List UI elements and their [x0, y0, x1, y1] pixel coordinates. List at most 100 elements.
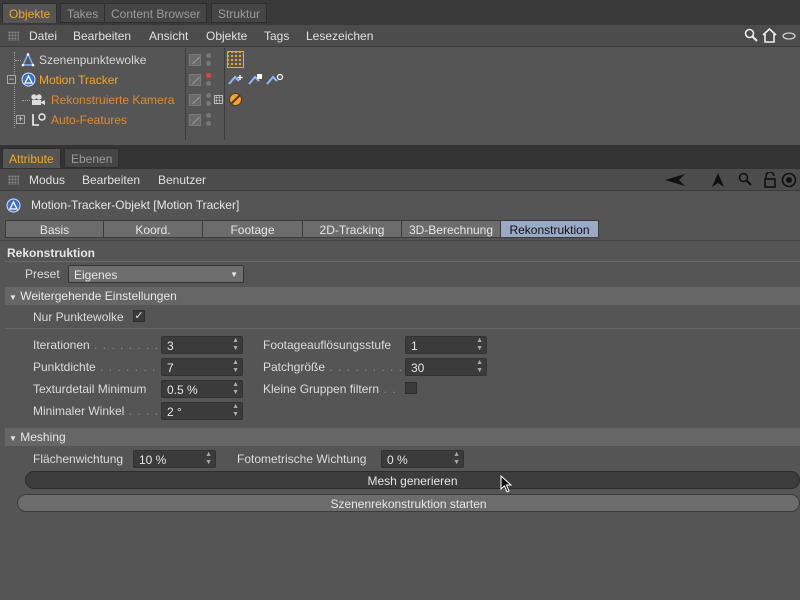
- collapse-triangle-icon: ▼: [9, 293, 17, 302]
- object-name: Szenenpunktewolke: [39, 53, 147, 67]
- patch-size-label: Patchgröße . . . . . . . . . . .: [263, 360, 421, 374]
- min-angle-input[interactable]: 2 ° ▲ ▼: [161, 402, 243, 420]
- visibility-toggle[interactable]: [189, 74, 201, 86]
- iterations-input[interactable]: 3 ▲ ▼: [161, 336, 243, 354]
- tab-attribute[interactable]: Attribute: [2, 148, 61, 168]
- meshing-header[interactable]: ▼ Meshing: [5, 428, 800, 446]
- photometric-weight-input[interactable]: 0 % ▲ ▼: [381, 450, 464, 468]
- menu-ansicht[interactable]: Ansicht: [149, 25, 188, 47]
- preset-value: Eigenes: [74, 268, 118, 282]
- tab-objekte[interactable]: Objekte: [2, 3, 58, 23]
- tracker-tags-icon[interactable]: [227, 72, 285, 88]
- menu-benutzer[interactable]: Benutzer: [158, 169, 206, 191]
- subtab-2d-tracking[interactable]: 2D-Tracking: [302, 220, 402, 238]
- spinner-icon[interactable]: ▲ ▼: [476, 337, 483, 353]
- tab-ebenen[interactable]: Ebenen: [64, 148, 120, 168]
- home-icon[interactable]: [762, 28, 777, 43]
- tree-branch: [22, 100, 30, 101]
- object-manager-tabbar: Objekte Takes Content Browser Struktur: [0, 0, 800, 26]
- spinner-icon[interactable]: ▲ ▼: [205, 451, 212, 467]
- menu-tags[interactable]: Tags: [264, 25, 289, 47]
- menu-modus[interactable]: Modus: [29, 169, 65, 191]
- collapse-triangle-icon: ▼: [9, 434, 17, 443]
- visibility-toggle[interactable]: [189, 54, 201, 66]
- camera-icon: [31, 94, 45, 105]
- lock-icon[interactable]: [763, 172, 777, 188]
- visibility-toggle[interactable]: [189, 114, 201, 126]
- footage-level-input[interactable]: 1 ▲ ▼: [405, 336, 487, 354]
- preset-label: Preset: [25, 267, 60, 281]
- camera-target-icon[interactable]: [214, 95, 223, 104]
- spinner-icon[interactable]: ▲ ▼: [232, 359, 239, 375]
- spinner-icon[interactable]: ▲ ▼: [232, 337, 239, 353]
- menu-datei[interactable]: Datei: [29, 25, 57, 47]
- section-title: Rekonstruktion: [7, 246, 96, 260]
- subtab-koord[interactable]: Koord.: [103, 220, 203, 238]
- start-reconstruction-button[interactable]: Szenenrekonstruktion starten: [17, 494, 800, 512]
- back-arrow-icon[interactable]: [664, 173, 686, 187]
- spinner-icon[interactable]: ▲ ▼: [232, 381, 239, 397]
- visibility-toggle[interactable]: [189, 94, 201, 106]
- render-visibility-dot[interactable]: [206, 121, 211, 126]
- expand-toggle[interactable]: +: [16, 115, 25, 124]
- filter-icon[interactable]: [781, 29, 797, 43]
- attribute-menubar: Modus Bearbeiten Benutzer: [0, 169, 800, 191]
- target-icon[interactable]: [781, 172, 797, 188]
- point-cloud-icon: [21, 53, 35, 67]
- object-row-rekonstruierte-kamera[interactable]: Rekonstruierte Kamera: [0, 90, 800, 110]
- object-name: Motion Tracker: [39, 73, 119, 87]
- tab-content-browser[interactable]: Content Browser: [104, 3, 208, 23]
- subtab-3d-berechnung[interactable]: 3D-Berechnung: [401, 220, 501, 238]
- advanced-settings-title: Weitergehende Einstellungen: [20, 289, 177, 303]
- footage-level-label: Footageauflösungsstufe: [263, 338, 392, 352]
- advanced-settings-header[interactable]: ▼ Weitergehende Einstellungen: [5, 287, 800, 305]
- spinner-icon[interactable]: ▲ ▼: [232, 403, 239, 419]
- search-icon[interactable]: [744, 28, 758, 44]
- preset-dropdown[interactable]: Eigenes ▼: [68, 265, 244, 283]
- photometric-weight-label: Fotometrische Wichtung: [237, 452, 367, 466]
- menu-bearbeiten[interactable]: Bearbeiten: [73, 25, 131, 47]
- object-row-auto-features[interactable]: + Auto-Features: [0, 110, 800, 130]
- search-icon[interactable]: [738, 172, 752, 188]
- motion-tracker-icon: [6, 198, 21, 213]
- editor-visibility-dot[interactable]: [206, 53, 211, 58]
- point-cloud-tag-icon[interactable]: [227, 51, 244, 68]
- grip-icon: [8, 175, 19, 185]
- pointer-arrow-icon[interactable]: [710, 172, 726, 188]
- object-row-szenenpunktewolke[interactable]: Szenenpunktewolke: [0, 50, 800, 70]
- tab-takes[interactable]: Takes: [60, 3, 106, 23]
- subtab-basis[interactable]: Basis: [5, 220, 104, 238]
- menu-bearbeiten[interactable]: Bearbeiten: [82, 169, 140, 191]
- collapse-toggle[interactable]: −: [7, 75, 16, 84]
- filter-groups-label: Kleine Gruppen filtern . .: [263, 382, 397, 396]
- menu-lesezeichen[interactable]: Lesezeichen: [306, 25, 373, 47]
- object-name: Auto-Features: [51, 113, 128, 127]
- editor-visibility-dot[interactable]: [206, 73, 211, 78]
- chevron-down-icon: ▼: [230, 270, 238, 279]
- object-row-motion-tracker[interactable]: − Motion Tracker: [0, 70, 800, 90]
- filter-groups-checkbox[interactable]: [405, 382, 417, 394]
- render-visibility-dot[interactable]: [206, 61, 211, 66]
- generate-mesh-button[interactable]: Mesh generieren: [25, 471, 800, 489]
- subtab-rekonstruktion[interactable]: Rekonstruktion: [500, 220, 599, 238]
- texture-detail-input[interactable]: 0.5 % ▲ ▼: [161, 380, 243, 398]
- render-visibility-dot[interactable]: [206, 101, 211, 106]
- subtab-footage[interactable]: Footage: [202, 220, 303, 238]
- tab-struktur[interactable]: Struktur: [211, 3, 268, 23]
- divider: [5, 261, 800, 262]
- editor-visibility-dot[interactable]: [206, 93, 211, 98]
- spinner-icon[interactable]: ▲ ▼: [476, 359, 483, 375]
- area-weight-input[interactable]: 10 % ▲ ▼: [133, 450, 216, 468]
- menu-objekte[interactable]: Objekte: [206, 25, 247, 47]
- min-angle-label: Minimaler Winkel . . . .: [33, 404, 160, 418]
- grip-icon: [8, 31, 19, 41]
- object-header-title: Motion-Tracker-Objekt [Motion Tracker]: [31, 198, 240, 212]
- area-weight-label: Flächenwichtung: [33, 452, 124, 466]
- render-visibility-dot[interactable]: [206, 81, 211, 86]
- only-point-cloud-checkbox[interactable]: ✓: [133, 310, 145, 322]
- spinner-icon[interactable]: ▲ ▼: [453, 451, 460, 467]
- editor-visibility-dot[interactable]: [206, 113, 211, 118]
- patch-size-input[interactable]: 30 ▲ ▼: [405, 358, 487, 376]
- point-density-input[interactable]: 7 ▲ ▼: [161, 358, 243, 376]
- protection-tag-icon[interactable]: [228, 92, 243, 107]
